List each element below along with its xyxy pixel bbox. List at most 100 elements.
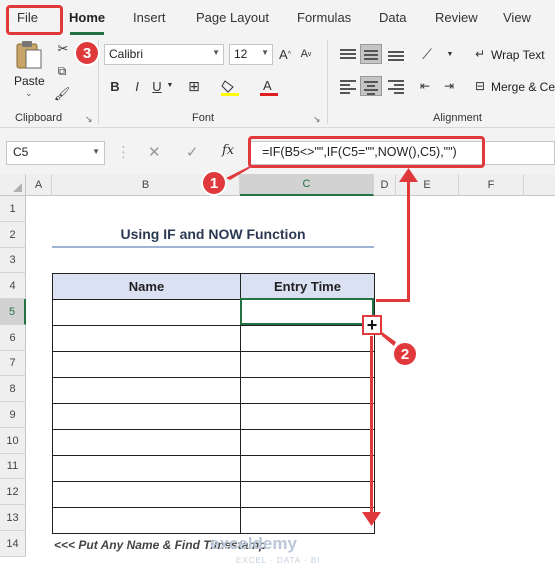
wrap-text-icon[interactable]: ↵ <box>472 46 488 62</box>
orientation-icon[interactable]: ⟋ <box>416 44 438 64</box>
wrap-text-button[interactable]: Wrap Text <box>491 48 545 62</box>
align-left-button[interactable] <box>337 76 359 96</box>
row-header[interactable]: 14 <box>0 531 26 557</box>
tab-data[interactable]: Data <box>379 10 406 25</box>
row-header[interactable]: 11 <box>0 454 26 479</box>
top-align-button[interactable] <box>337 44 359 64</box>
row-header[interactable]: 3 <box>0 248 26 273</box>
chevron-down-icon[interactable]: ▼ <box>446 44 454 64</box>
italic-button[interactable]: I <box>130 78 144 94</box>
row-header[interactable]: 8 <box>0 376 26 402</box>
merge-center-button[interactable]: Merge & Ce <box>491 80 555 94</box>
paste-button-label[interactable]: Paste <box>14 74 45 88</box>
chevron-down-icon[interactable]: ▼ <box>166 80 174 90</box>
name-column-header: Name <box>52 273 241 300</box>
row-header[interactable]: 2 <box>0 222 26 248</box>
cancel-icon[interactable]: ✕ <box>148 143 161 161</box>
entry-time-cell[interactable] <box>240 403 375 430</box>
row-header[interactable]: 7 <box>0 351 26 376</box>
row-header[interactable]: 9 <box>0 402 26 428</box>
name-box[interactable]: C5 ▼ <box>6 141 105 165</box>
tab-home[interactable]: Home <box>69 10 105 25</box>
column-header-f[interactable]: F <box>459 174 524 196</box>
cut-icon[interactable]: ✂ <box>55 41 71 57</box>
arrowhead-up-icon <box>399 168 418 182</box>
entry-time-cell[interactable] <box>240 455 375 482</box>
fill-color-icon[interactable] <box>219 76 241 98</box>
name-cell[interactable] <box>52 299 241 326</box>
align-right-button[interactable] <box>385 76 407 96</box>
table-row <box>52 403 375 430</box>
entry-time-cell[interactable] <box>240 325 375 352</box>
increase-font-size-icon[interactable]: A ^ <box>276 46 294 62</box>
active-tab-indicator <box>70 32 104 35</box>
column-header-a[interactable]: A <box>26 174 52 196</box>
watermark-logo: exceldemy <box>210 534 297 553</box>
column-header-d[interactable]: D <box>374 174 396 196</box>
row-header[interactable]: 13 <box>0 505 26 531</box>
table-row <box>52 455 375 482</box>
tab-page-layout[interactable]: Page Layout <box>196 10 269 25</box>
align-center-button[interactable] <box>360 76 382 96</box>
insert-function-icon[interactable]: fx <box>222 143 234 158</box>
format-painter-icon[interactable]: 🖌 <box>53 86 71 102</box>
tab-view[interactable]: View <box>503 10 531 25</box>
alignment-group-label: Alignment <box>433 112 482 124</box>
name-cell[interactable] <box>52 377 241 404</box>
copy-icon[interactable]: ⧉ <box>53 63 71 79</box>
entry-time-cell[interactable] <box>240 351 375 378</box>
font-size-select[interactable]: 12 ▼ <box>229 44 273 65</box>
tab-insert[interactable]: Insert <box>133 10 166 25</box>
name-cell[interactable] <box>52 507 241 534</box>
name-box-value: C5 <box>13 145 29 159</box>
row-header[interactable]: 4 <box>0 273 26 299</box>
sheet-title: Using IF and NOW Function <box>120 226 306 242</box>
column-header-c[interactable]: C <box>240 174 374 196</box>
increase-indent-icon[interactable]: ⇥ <box>440 76 458 96</box>
entry-time-cell[interactable] <box>240 507 375 534</box>
middle-align-button[interactable] <box>360 44 382 64</box>
bold-button[interactable]: B <box>108 78 122 94</box>
bottom-align-button[interactable] <box>385 44 407 64</box>
name-cell[interactable] <box>52 403 241 430</box>
font-launcher-icon[interactable]: ↘ <box>313 114 321 125</box>
borders-icon[interactable]: ⊞ <box>183 76 205 96</box>
chevron-down-icon: ▼ <box>261 48 269 57</box>
clipboard-launcher-icon[interactable]: ↘ <box>85 114 93 125</box>
enter-icon[interactable]: ✓ <box>186 143 199 161</box>
group-divider <box>327 40 328 124</box>
entry-time-cell[interactable] <box>240 429 375 456</box>
name-cell[interactable] <box>52 455 241 482</box>
underline-button[interactable]: U <box>150 78 164 94</box>
table-header-row: Name Entry Time <box>52 273 375 300</box>
row-header[interactable]: 6 <box>0 325 26 351</box>
decrease-indent-icon[interactable]: ⇤ <box>416 76 434 96</box>
entry-time-cell[interactable] <box>240 481 375 508</box>
name-cell[interactable] <box>52 429 241 456</box>
row-header[interactable]: 5 <box>0 299 26 325</box>
title-underline <box>52 246 374 248</box>
decrease-font-size-icon[interactable]: Av <box>297 46 315 62</box>
name-cell[interactable] <box>52 481 241 508</box>
watermark-tagline: EXCEL · DATA · BI <box>236 556 321 565</box>
active-cell-selection[interactable] <box>240 298 374 325</box>
merge-center-icon[interactable]: ⊟ <box>472 78 488 94</box>
row-header[interactable]: 10 <box>0 428 26 454</box>
font-name-select[interactable]: Calibri ▼ <box>104 44 224 65</box>
font-group-label: Font <box>192 112 215 124</box>
name-cell[interactable] <box>52 325 241 352</box>
font-color-icon[interactable]: A <box>258 76 280 98</box>
select-all-corner[interactable] <box>0 174 26 196</box>
row-header[interactable]: 12 <box>0 479 26 505</box>
entry-time-cell[interactable] <box>240 377 375 404</box>
tab-review[interactable]: Review <box>435 10 478 25</box>
name-cell[interactable] <box>52 351 241 378</box>
row-header[interactable]: 1 <box>0 196 26 222</box>
paste-icon[interactable] <box>15 40 43 70</box>
clipboard-group-label: Clipboard <box>15 112 63 124</box>
drag-down-arrow <box>370 336 373 516</box>
column-header-g[interactable] <box>524 174 555 196</box>
paste-dropdown-icon[interactable]: ⌄ <box>25 88 33 99</box>
arrow-connector <box>376 299 410 302</box>
tab-formulas[interactable]: Formulas <box>297 10 351 25</box>
